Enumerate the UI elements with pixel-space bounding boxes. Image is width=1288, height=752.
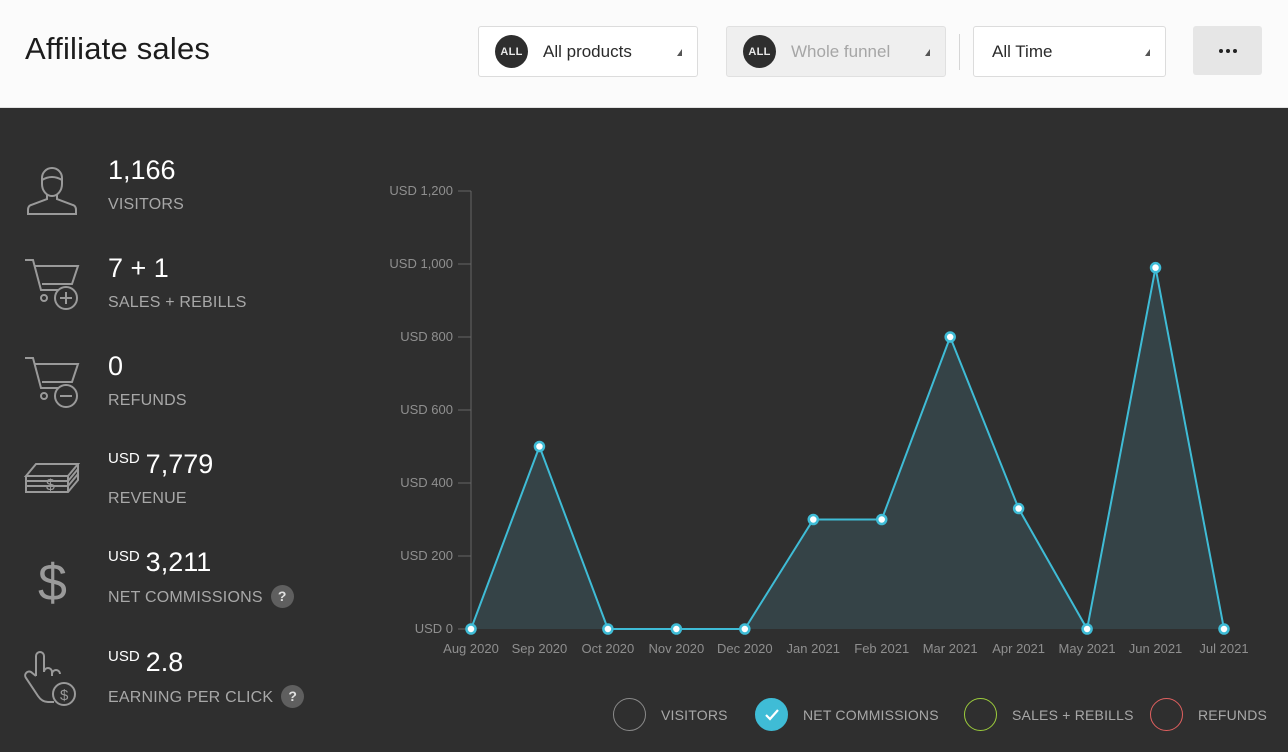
- data-point: [602, 623, 614, 635]
- legend-label: SALES + REBILLS: [1012, 706, 1134, 723]
- data-point: [739, 623, 751, 635]
- x-tick-label: Dec 2020: [717, 641, 773, 656]
- x-tick-label: Mar 2021: [923, 641, 978, 656]
- x-tick-label: Jun 2021: [1129, 641, 1183, 656]
- y-tick-label: USD 400: [400, 475, 453, 490]
- data-point: [465, 623, 477, 635]
- y-tick-label: USD 1,000: [389, 256, 453, 271]
- net-commissions-value: USD 3,211: [108, 547, 211, 578]
- money-stack-icon: $: [23, 463, 81, 494]
- products-dropdown-label: All products: [543, 41, 632, 61]
- net-commissions-currency: USD: [108, 548, 140, 565]
- y-tick-label: USD 200: [400, 548, 453, 563]
- x-tick-label: Oct 2020: [582, 641, 635, 656]
- epc-currency: USD: [108, 648, 140, 665]
- net-commissions-label: NET COMMISSIONS?: [108, 585, 294, 609]
- checkmark-icon: [755, 698, 788, 731]
- legend-sales-rebills[interactable]: SALES + REBILLS: [964, 698, 1134, 731]
- sales-label: SALES + REBILLS: [108, 294, 247, 311]
- dot: [1225, 48, 1230, 53]
- legend-net-commissions[interactable]: NET COMMISSIONS: [755, 698, 939, 731]
- all-badge: ALL: [743, 35, 776, 68]
- net-commissions-amount: 3,211: [145, 547, 212, 577]
- revenue-amount: 7,779: [145, 449, 214, 479]
- cart-plus-icon: [25, 259, 80, 310]
- data-point: [533, 440, 546, 453]
- legend-visitors[interactable]: VISITORS: [613, 698, 728, 731]
- legend-toggle-icon: [613, 698, 646, 731]
- legend-label: NET COMMISSIONS: [803, 706, 939, 723]
- x-tick-label: Feb 2021: [854, 641, 909, 656]
- refunds-value: 0: [108, 351, 124, 381]
- all-badge: ALL: [495, 35, 528, 68]
- y-tick-label: USD 600: [400, 402, 453, 417]
- x-tick-label: May 2021: [1059, 641, 1116, 656]
- data-point: [670, 623, 683, 635]
- svg-text:$: $: [60, 687, 69, 704]
- data-point: [1012, 502, 1025, 515]
- epc-label: EARNING PER CLICK?: [108, 685, 305, 709]
- refunds-label: REFUNDS: [108, 392, 187, 409]
- page-title: Affiliate sales: [25, 31, 211, 66]
- epc-label-text: EARNING PER CLICK: [108, 689, 274, 706]
- x-tick-label: Jan 2021: [787, 641, 841, 656]
- cart-minus-icon: [25, 357, 80, 408]
- divider: [959, 34, 960, 70]
- y-tick-label: USD 800: [400, 329, 453, 344]
- y-tick-label: USD 0: [415, 621, 453, 636]
- series-area: [471, 267, 1224, 629]
- visitors-label: VISITORS: [108, 196, 184, 213]
- sales-value: 7 + 1: [108, 253, 169, 283]
- dollar-icon: $: [38, 554, 67, 608]
- data-point: [807, 513, 820, 526]
- time-range-label: All Time: [992, 41, 1053, 61]
- legend-label: REFUNDS: [1198, 706, 1268, 723]
- data-point: [1218, 623, 1230, 635]
- data-point: [1081, 623, 1093, 635]
- x-tick-label: Sep 2020: [512, 641, 568, 656]
- time-range-dropdown[interactable]: All Time: [973, 26, 1166, 77]
- data-point: [875, 513, 888, 526]
- visitors-value: 1,166: [108, 155, 176, 185]
- more-options-button[interactable]: [1193, 26, 1262, 75]
- top-header: Affiliate sales ALL All products ALL Who…: [0, 0, 1288, 108]
- net-commissions-chart: USD 0 USD 200 USD 400 USD 600 USD 800 USD 1,0…: [389, 183, 1248, 656]
- help-icon[interactable]: ?: [270, 585, 294, 608]
- legend-label: VISITORS: [661, 706, 728, 723]
- x-tick-label: Aug 2020: [443, 641, 499, 656]
- epc-amount: 2.8: [145, 647, 184, 677]
- funnel-dropdown[interactable]: ALL Whole funnel: [726, 26, 946, 77]
- legend-refunds[interactable]: REFUNDS: [1150, 698, 1267, 731]
- legend-toggle-icon: [964, 698, 997, 731]
- funnel-dropdown-label: Whole funnel: [791, 41, 891, 61]
- hand-click-dollar-icon: $: [24, 651, 76, 706]
- y-tick-label: USD 1,200: [389, 183, 453, 198]
- data-point: [1149, 261, 1162, 274]
- revenue-value: USD 7,779: [108, 449, 213, 480]
- dot: [1218, 48, 1223, 53]
- user-icon: [27, 167, 77, 215]
- caret-icon: [677, 49, 682, 56]
- caret-icon: [925, 49, 930, 56]
- data-point: [944, 331, 956, 343]
- dot: [1232, 48, 1237, 53]
- revenue-label: REVENUE: [108, 490, 187, 507]
- products-dropdown[interactable]: ALL All products: [478, 26, 698, 77]
- legend-toggle-icon: [1150, 698, 1183, 731]
- net-commissions-label-text: NET COMMISSIONS: [108, 589, 263, 606]
- help-icon[interactable]: ?: [281, 685, 305, 708]
- caret-icon: [1145, 49, 1150, 56]
- revenue-currency: USD: [108, 450, 140, 467]
- svg-text:$: $: [38, 554, 67, 608]
- x-tick-label: Jul 2021: [1199, 641, 1248, 656]
- x-tick-label: Apr 2021: [992, 641, 1045, 656]
- svg-text:$: $: [46, 477, 55, 494]
- epc-value: USD 2.8: [108, 647, 183, 678]
- x-tick-label: Nov 2020: [649, 641, 705, 656]
